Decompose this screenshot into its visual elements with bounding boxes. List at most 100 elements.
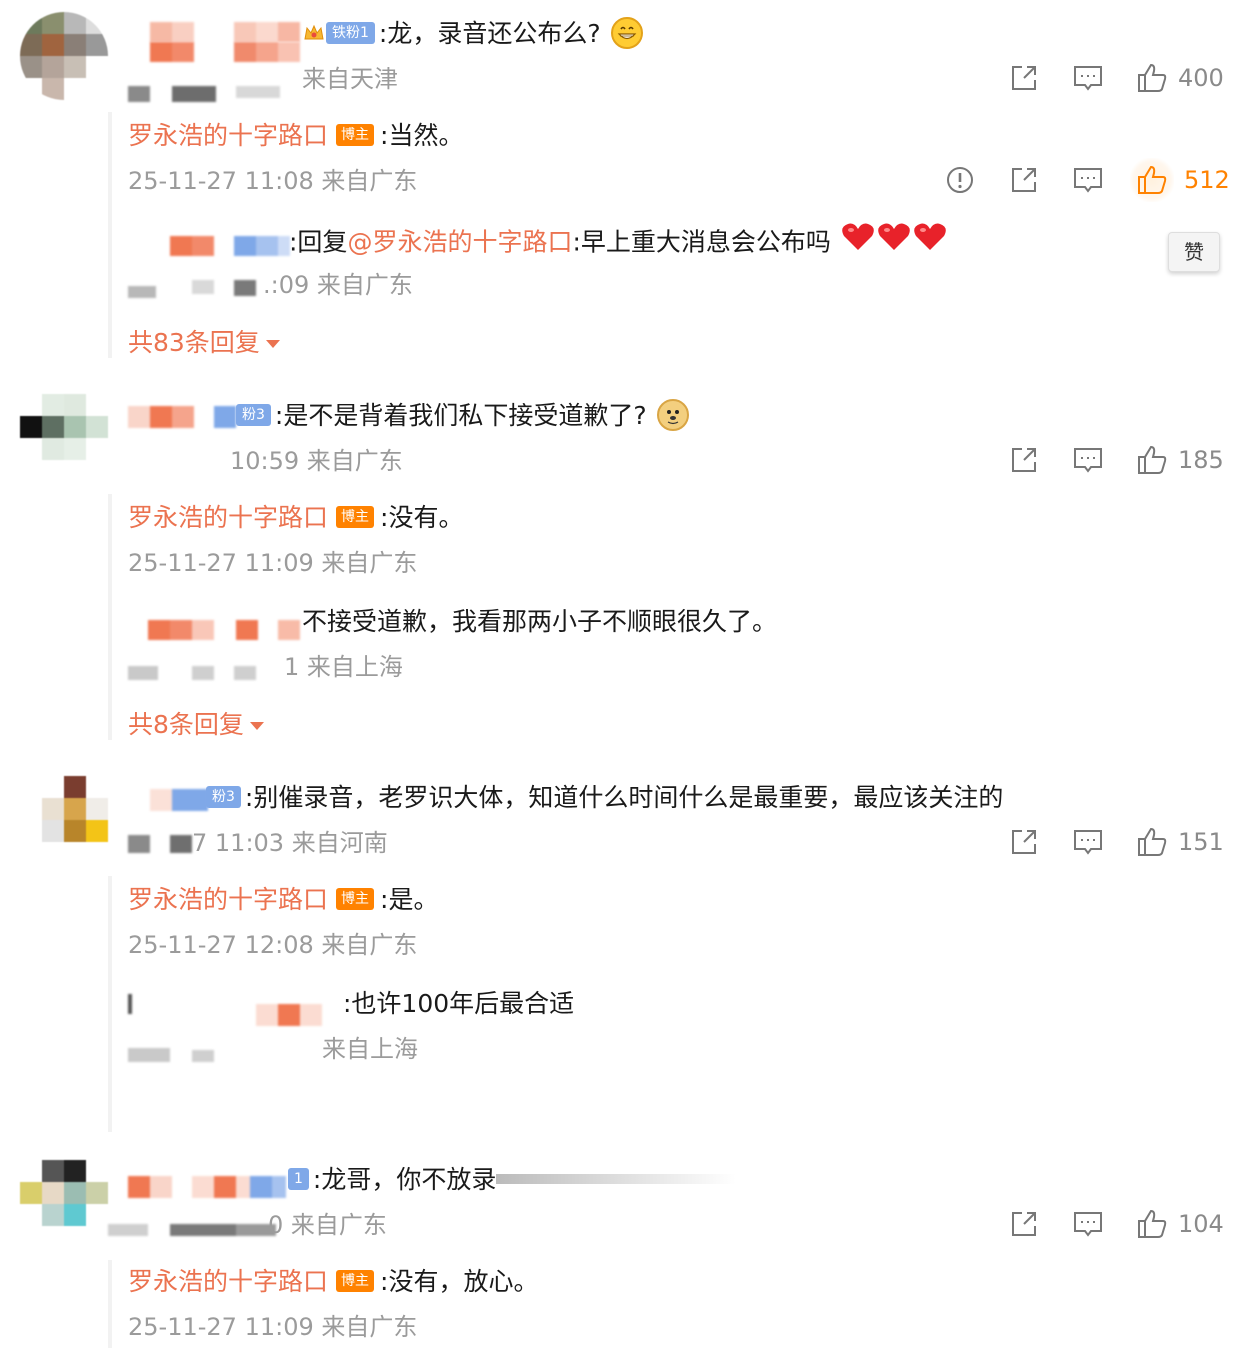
thumbs-up-icon bbox=[1136, 444, 1168, 476]
expand-replies-link[interactable]: 共83条回复 bbox=[128, 326, 280, 360]
share-button[interactable] bbox=[1008, 826, 1040, 858]
host-author-link[interactable]: 罗永浩的十字路口 bbox=[128, 1267, 328, 1296]
host-reply-meta: 25-11-27 12:08 来自广东 bbox=[128, 931, 418, 959]
like-count: 151 bbox=[1178, 828, 1224, 856]
share-button[interactable] bbox=[1008, 164, 1040, 196]
host-author-link[interactable]: 罗永浩的十字路口 bbox=[128, 885, 328, 914]
caret-down-icon bbox=[265, 340, 280, 348]
comment-icon bbox=[1072, 1208, 1104, 1240]
like-count: 512 bbox=[1184, 166, 1230, 194]
comment-button[interactable] bbox=[1072, 1208, 1104, 1240]
timestamp-mosaic bbox=[128, 835, 192, 857]
sub-reply-meta: 来自上海 bbox=[322, 1035, 418, 1063]
reply-thread-rail bbox=[108, 494, 112, 740]
comment-text: 1:龙哥，你不放录 bbox=[288, 1163, 737, 1197]
timestamp-mosaic bbox=[108, 1218, 276, 1240]
like-button[interactable]: 104 bbox=[1136, 1208, 1224, 1240]
comment-meta: 0 来自广东 bbox=[268, 1211, 387, 1239]
like-button-active[interactable]: 512 bbox=[1130, 158, 1230, 202]
comment-icon bbox=[1072, 62, 1104, 94]
reply-thread-rail bbox=[108, 876, 112, 1132]
grinning-face-icon bbox=[610, 17, 643, 49]
thumbs-up-icon bbox=[1136, 62, 1168, 94]
host-reply: 罗永浩的十字路口 博主:没有，放心。 bbox=[128, 1267, 539, 1296]
host-reply: 罗永浩的十字路口 博主:当然。 bbox=[128, 121, 464, 150]
reply-thread-rail bbox=[108, 112, 112, 358]
host-reply-meta: 25-11-27 11:08 来自广东 bbox=[128, 167, 418, 195]
username-mosaic[interactable] bbox=[150, 22, 300, 44]
share-icon bbox=[1008, 826, 1040, 858]
comment-button[interactable] bbox=[1072, 62, 1104, 94]
comment-meta: 10:59 来自广东 bbox=[230, 447, 403, 475]
host-reply-meta: 25-11-27 11:09 来自广东 bbox=[128, 549, 418, 577]
host-badge: 博主 bbox=[336, 1270, 375, 1292]
thumbs-up-icon bbox=[1136, 1208, 1168, 1240]
reply-thread-rail bbox=[108, 1260, 112, 1348]
like-tooltip: 赞 bbox=[1168, 232, 1220, 272]
heart-icon bbox=[877, 222, 911, 261]
comment-icon bbox=[1072, 826, 1104, 858]
comment-text: 铁粉1:龙，录音还公布么? bbox=[302, 17, 643, 53]
share-button[interactable] bbox=[1008, 62, 1040, 94]
caret-down-icon bbox=[249, 722, 264, 730]
heart-icon bbox=[913, 222, 947, 261]
like-count: 185 bbox=[1178, 446, 1224, 474]
thumbs-up-icon bbox=[1136, 826, 1168, 858]
host-reply-meta: 25-11-27 11:09 来自广东 bbox=[128, 1313, 418, 1341]
expand-replies-link[interactable]: 共8条回复 bbox=[128, 708, 264, 742]
share-icon bbox=[1008, 1208, 1040, 1240]
avatar[interactable] bbox=[20, 1160, 108, 1248]
host-reply: 罗永浩的十字路口 博主:是。 bbox=[128, 885, 439, 914]
comment-button[interactable] bbox=[1072, 826, 1104, 858]
comment-text: 粉3:别催录音，老罗识大体，知道什么时间什么是最重要，最应该关注的 bbox=[206, 781, 1003, 815]
mention-link[interactable]: @罗永浩的十字路口 bbox=[347, 228, 572, 257]
host-badge: 博主 bbox=[336, 506, 375, 528]
username-mosaic[interactable] bbox=[148, 620, 300, 642]
username-mosaic[interactable] bbox=[170, 236, 290, 258]
like-button[interactable]: 151 bbox=[1136, 826, 1224, 858]
comment-meta: 来自天津 bbox=[302, 65, 398, 93]
username-mosaic[interactable] bbox=[128, 994, 322, 1026]
host-badge: 博主 bbox=[336, 888, 375, 910]
avatar[interactable] bbox=[20, 394, 108, 482]
heart-icon bbox=[841, 222, 875, 261]
like-button[interactable]: 400 bbox=[1136, 62, 1224, 94]
share-button[interactable] bbox=[1008, 1208, 1040, 1240]
comment-button[interactable] bbox=[1072, 164, 1104, 196]
avatar[interactable] bbox=[20, 776, 108, 864]
doge-icon bbox=[656, 399, 689, 431]
timestamp-mosaic bbox=[128, 86, 280, 108]
avatar[interactable] bbox=[20, 12, 108, 100]
report-button[interactable] bbox=[944, 164, 976, 196]
crown-icon bbox=[302, 21, 326, 45]
sub-reply-text: :也许100年后最合适 bbox=[343, 989, 575, 1018]
username-mosaic bbox=[150, 42, 300, 64]
sub-reply-meta: .:09 来自广东 bbox=[263, 271, 413, 299]
username-mosaic[interactable] bbox=[150, 789, 208, 811]
timestamp-mosaic bbox=[128, 280, 256, 302]
comment-button[interactable] bbox=[1072, 444, 1104, 476]
host-author-link[interactable]: 罗永浩的十字路口 bbox=[128, 503, 328, 532]
report-icon bbox=[944, 164, 976, 196]
comment-text: 粉3:是不是背着我们私下接受道歉了? bbox=[236, 399, 689, 435]
fan-badge: 粉3 bbox=[236, 404, 271, 426]
sub-reply-text: :回复@罗永浩的十字路口:早上重大消息会公布吗 bbox=[289, 222, 947, 265]
comment-icon bbox=[1072, 444, 1104, 476]
share-button[interactable] bbox=[1008, 444, 1040, 476]
host-badge: 博主 bbox=[336, 124, 375, 146]
timestamp-mosaic bbox=[128, 1044, 214, 1066]
share-icon bbox=[1008, 444, 1040, 476]
username-mosaic[interactable] bbox=[128, 406, 236, 428]
share-icon bbox=[1008, 62, 1040, 94]
like-count: 400 bbox=[1178, 64, 1224, 92]
username-mosaic[interactable] bbox=[128, 1176, 286, 1198]
host-author-link[interactable]: 罗永浩的十字路口 bbox=[128, 121, 328, 150]
thumbs-up-icon bbox=[1130, 158, 1174, 202]
text-fade bbox=[496, 1174, 737, 1184]
comment-meta: 7 11:03 来自河南 bbox=[192, 829, 388, 857]
share-icon bbox=[1008, 164, 1040, 196]
fan-badge: 粉3 bbox=[206, 786, 241, 808]
like-count: 104 bbox=[1178, 1210, 1224, 1238]
like-button[interactable]: 185 bbox=[1136, 444, 1224, 476]
fan-badge: 1 bbox=[288, 1168, 309, 1190]
